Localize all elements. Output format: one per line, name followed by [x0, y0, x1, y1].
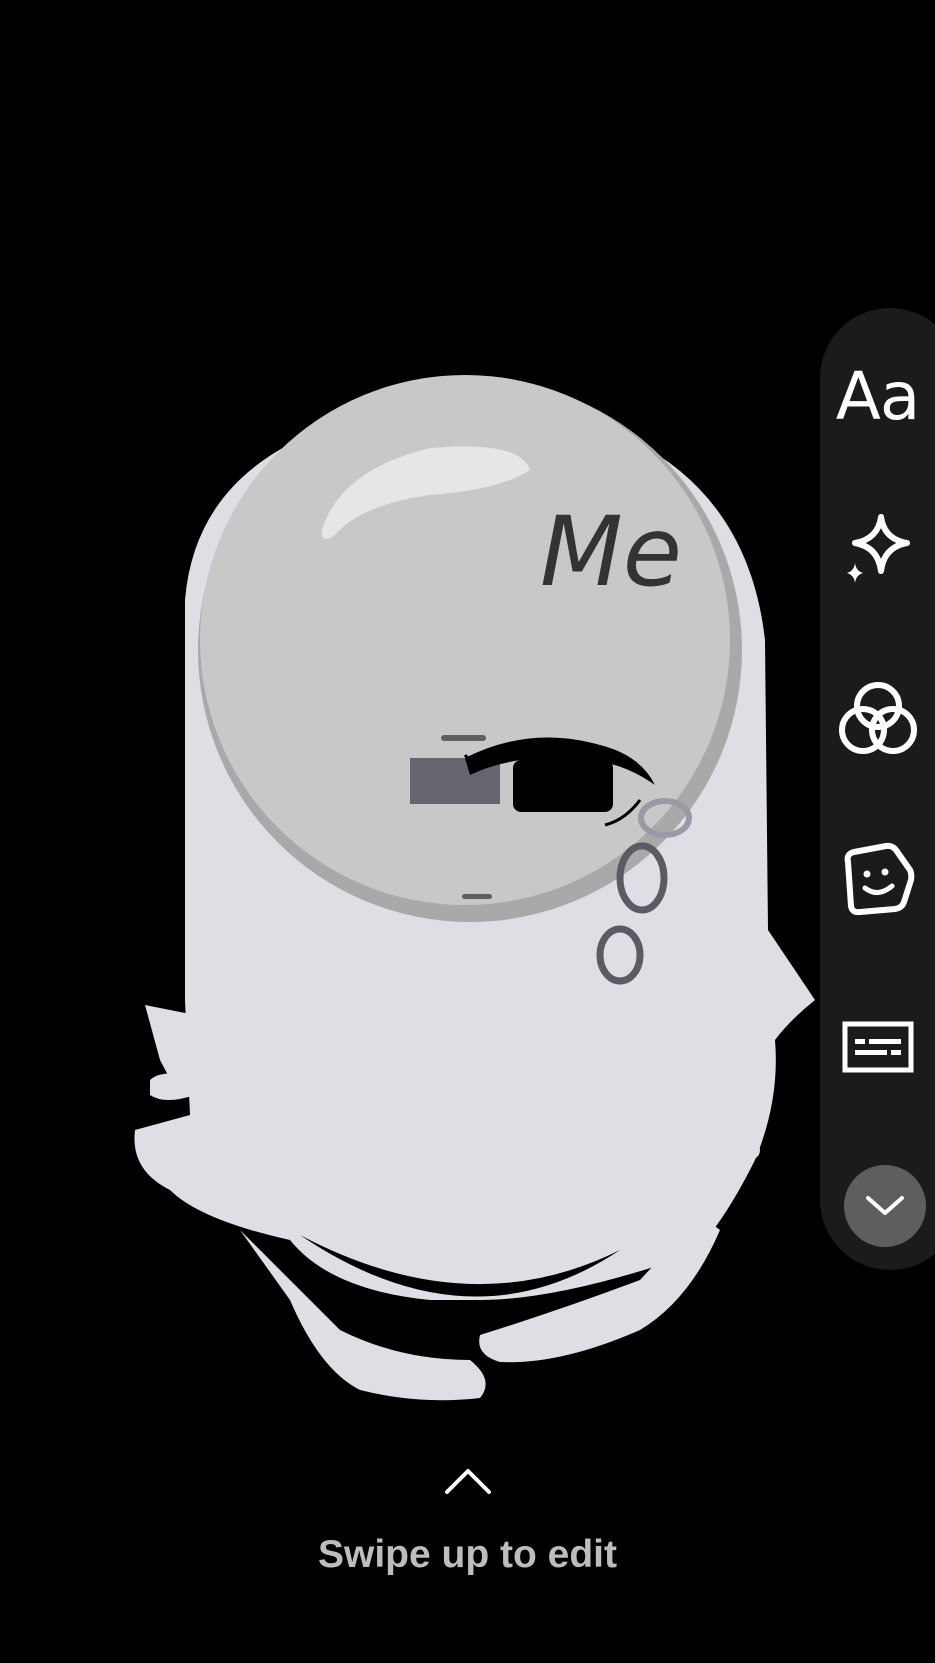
text-aa-icon: Aa — [835, 357, 921, 435]
sticker-tool-button[interactable] — [820, 828, 935, 928]
collapse-toolbar-button[interactable] — [844, 1165, 926, 1247]
text-tool-button[interactable]: Aa — [820, 346, 935, 446]
sticker-icon — [844, 842, 914, 916]
captions-icon — [842, 1021, 913, 1073]
effects-tool-button[interactable] — [820, 498, 935, 598]
color-filter-circles-icon — [838, 682, 917, 754]
glass-bubble — [198, 375, 742, 922]
swipe-up-hint[interactable]: Swipe up to edit — [0, 1465, 935, 1595]
filters-tool-button[interactable] — [820, 669, 935, 769]
chevron-up-icon — [445, 1469, 491, 1494]
story-canvas[interactable]: Me Aa Swipe up to edit — [0, 0, 935, 1663]
chevron-down-icon — [866, 1196, 904, 1215]
me-label: Me — [540, 496, 682, 608]
captions-tool-button[interactable] — [820, 997, 935, 1097]
editing-toolbar: Aa — [820, 308, 935, 1270]
sticker-drawing: Me — [134, 375, 815, 1401]
sparkle-icon — [846, 514, 910, 583]
swipe-label: Swipe up to edit — [318, 1533, 617, 1576]
